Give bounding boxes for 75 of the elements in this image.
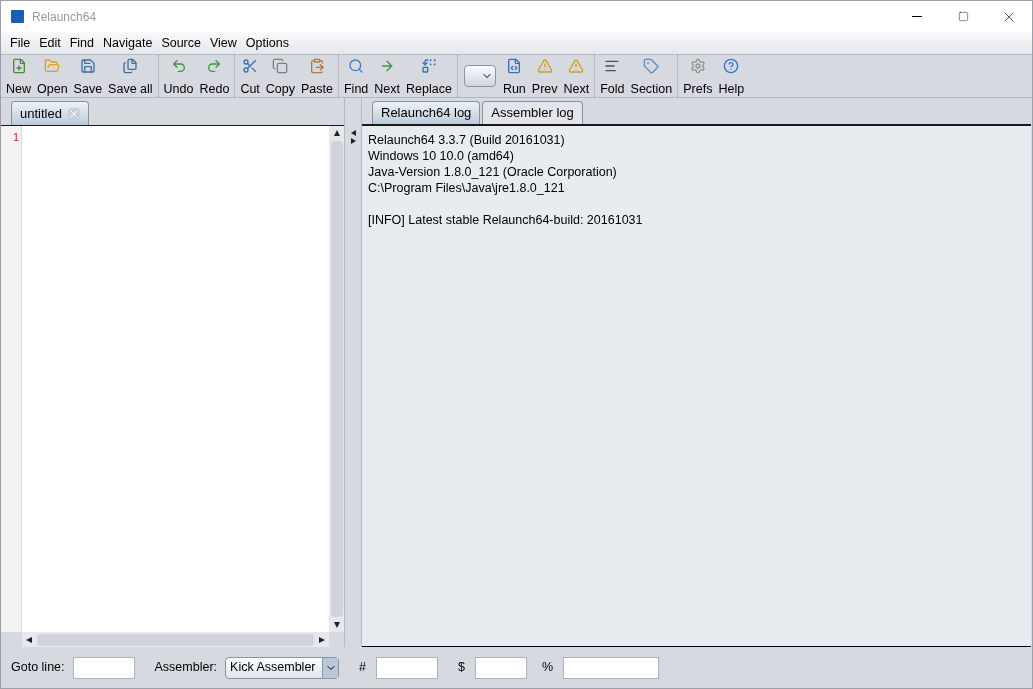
log-line: Windows 10 10.0 (amd64) — [368, 148, 515, 164]
scroll-up-icon[interactable] — [332, 129, 341, 137]
log-line: C:\Program Files\Java\jre1.8.0_121 — [368, 180, 566, 196]
log-tab[interactable]: Assembler log — [482, 101, 583, 124]
toolbar-button[interactable]: Prefs — [680, 55, 716, 97]
toolbar-button[interactable]: Find — [341, 55, 372, 97]
warning-icon — [536, 58, 553, 74]
toolbar-button[interactable]: Save — [70, 55, 106, 97]
toolbar-button[interactable]: Help — [715, 55, 748, 97]
clipboard-icon — [309, 58, 325, 74]
scroll-down-icon[interactable] — [332, 621, 341, 629]
toolbar-button[interactable]: New — [3, 55, 34, 97]
decimal-field[interactable] — [376, 656, 438, 679]
menu-item[interactable]: Options — [243, 33, 291, 53]
replace-icon — [420, 58, 437, 74]
file-plus-icon — [10, 58, 27, 74]
toolbar-button[interactable]: Undo — [160, 55, 197, 97]
copy-icon — [272, 58, 289, 74]
toolbar-button[interactable]: Replace — [403, 55, 455, 97]
assembler-label: Assembler: — [154, 659, 218, 677]
app-logo-icon — [11, 10, 24, 23]
settings-icon — [689, 58, 706, 74]
maximize-icon — [957, 11, 969, 22]
assembler-dropdown[interactable]: Kick Assembler — [225, 656, 340, 679]
toolbar-button[interactable]: Cut — [237, 55, 263, 97]
toolbar-button[interactable]: Redo — [196, 55, 233, 97]
menu-item[interactable]: Navigate — [101, 33, 155, 53]
toolbar-button[interactable]: Fold — [597, 55, 628, 97]
menu-item[interactable]: View — [208, 33, 239, 53]
lines-icon — [604, 58, 621, 74]
files-icon — [122, 58, 139, 74]
collapse-arrows-icon[interactable] — [350, 130, 356, 144]
toolbar-button[interactable]: Copy — [262, 55, 298, 97]
dollar-label: $ — [458, 659, 465, 677]
minimize-icon — [912, 16, 922, 17]
horizontal-scrollbar[interactable] — [22, 632, 329, 647]
hex-field[interactable] — [474, 656, 527, 679]
line-number: 1 — [13, 130, 21, 145]
warning-icon — [568, 58, 585, 74]
scroll-right-icon[interactable] — [318, 635, 326, 644]
undo-icon — [170, 58, 187, 74]
folder-icon — [44, 58, 61, 74]
menu-item[interactable]: File — [8, 33, 33, 53]
toolbar-button[interactable]: Paste — [298, 55, 336, 97]
log-line: Relaunch64 3.3.7 (Build 20161031) — [368, 132, 566, 148]
scroll-left-icon[interactable] — [25, 635, 33, 644]
scissors-icon — [242, 58, 259, 74]
tag-icon — [643, 58, 660, 74]
vertical-scrollbar[interactable] — [329, 126, 344, 632]
toolbar-button[interactable]: Next — [371, 55, 403, 97]
log-line: Java-Version 1.8.0_121 (Oracle Corporation) — [368, 164, 618, 180]
menu-item[interactable]: Find — [67, 33, 97, 53]
editor-tab[interactable]: untitled — [11, 101, 89, 125]
toolbar-button[interactable]: Section — [627, 55, 676, 97]
search-icon — [348, 58, 365, 74]
percent-label: % — [541, 659, 554, 677]
toolbar-button[interactable]: Open — [34, 55, 71, 97]
log-line: [INFO] Latest stable Relaunch64-build: 20161031 — [368, 212, 644, 228]
binary-field[interactable] — [563, 656, 660, 679]
log-tab[interactable]: Relaunch64 log — [372, 101, 481, 124]
toolbar-button[interactable]: Run — [499, 55, 529, 97]
close-tab-icon[interactable] — [67, 107, 80, 120]
goto-line-field[interactable] — [72, 656, 135, 679]
hash-label: # — [359, 659, 366, 677]
toolbar-button[interactable]: Save all — [105, 55, 156, 97]
menu-item[interactable]: Edit — [37, 33, 63, 53]
menu-item[interactable]: Source — [159, 33, 203, 53]
help-icon — [723, 58, 740, 74]
script-icon — [506, 58, 523, 74]
toolbar-button[interactable]: Prev — [528, 55, 561, 97]
goto-line-label: Goto line: — [11, 659, 65, 677]
window-title: Relaunch64 — [32, 8, 97, 26]
toolbar-button[interactable]: Next — [560, 55, 593, 97]
dropdown-button[interactable] — [463, 65, 496, 87]
redo-icon — [206, 58, 223, 74]
